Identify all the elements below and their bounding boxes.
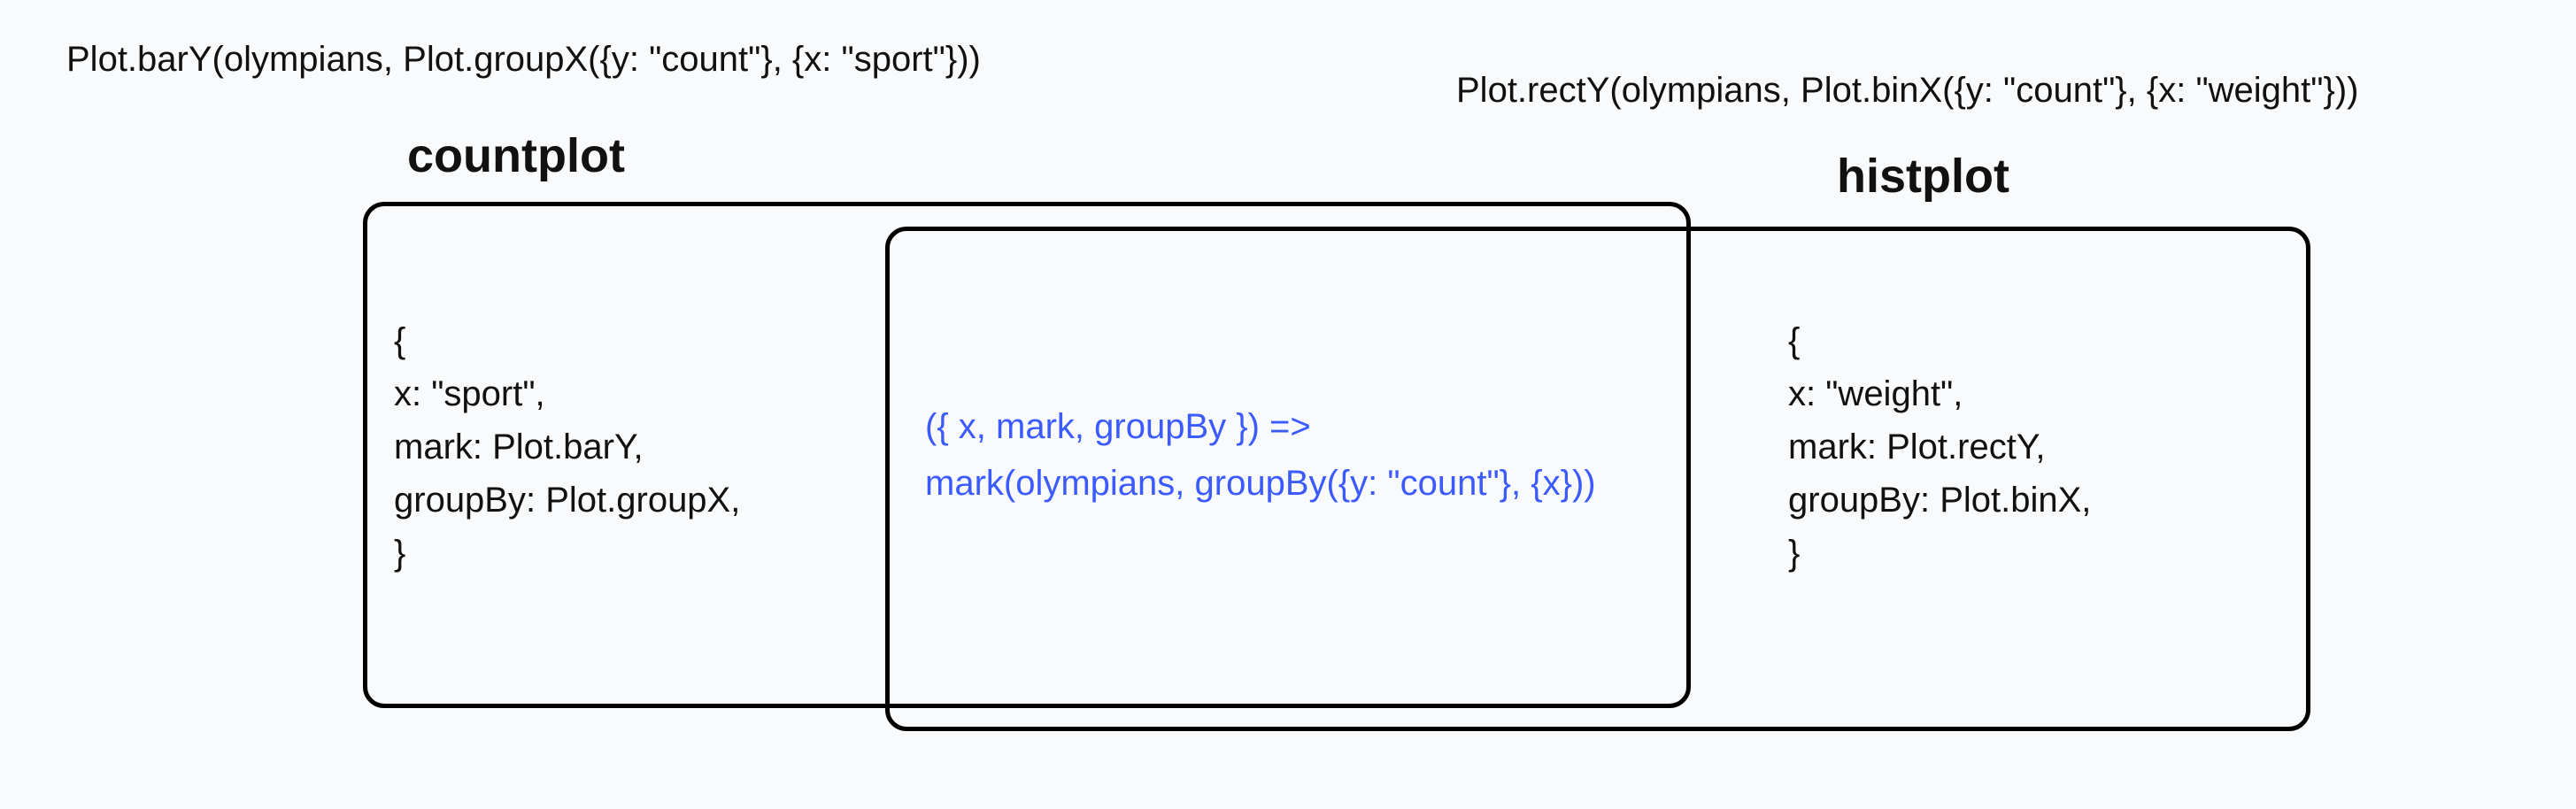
right-config-l1: x: "weight", [1788,367,2091,420]
right-config-close: } [1788,527,2091,580]
left-config-open: { [394,314,740,367]
left-config-l1: x: "sport", [394,367,740,420]
caption-right: Plot.rectY(olympians, Plot.binX({y: "cou… [1456,71,2358,111]
right-config-open: { [1788,314,2091,367]
title-histplot: histplot [1837,149,2009,204]
center-code-l1: ({ x, mark, groupBy }) => [925,398,1596,455]
center-code-block: ({ x, mark, groupBy }) => mark(olympians… [925,398,1596,512]
diagram-stage: Plot.barY(olympians, Plot.groupX({y: "co… [0,0,2576,809]
left-config-close: } [394,527,740,580]
center-code-l2: mark(olympians, groupBy({y: "count"}, {x… [925,455,1596,512]
caption-left: Plot.barY(olympians, Plot.groupX({y: "co… [66,40,981,80]
right-config-l2: mark: Plot.rectY, [1788,420,2091,474]
right-config-l3: groupBy: Plot.binX, [1788,474,2091,527]
right-config-block: { x: "weight", mark: Plot.rectY, groupBy… [1788,314,2091,580]
left-config-block: { x: "sport", mark: Plot.barY, groupBy: … [394,314,740,580]
title-countplot: countplot [407,128,625,183]
left-config-l3: groupBy: Plot.groupX, [394,474,740,527]
left-config-l2: mark: Plot.barY, [394,420,740,474]
